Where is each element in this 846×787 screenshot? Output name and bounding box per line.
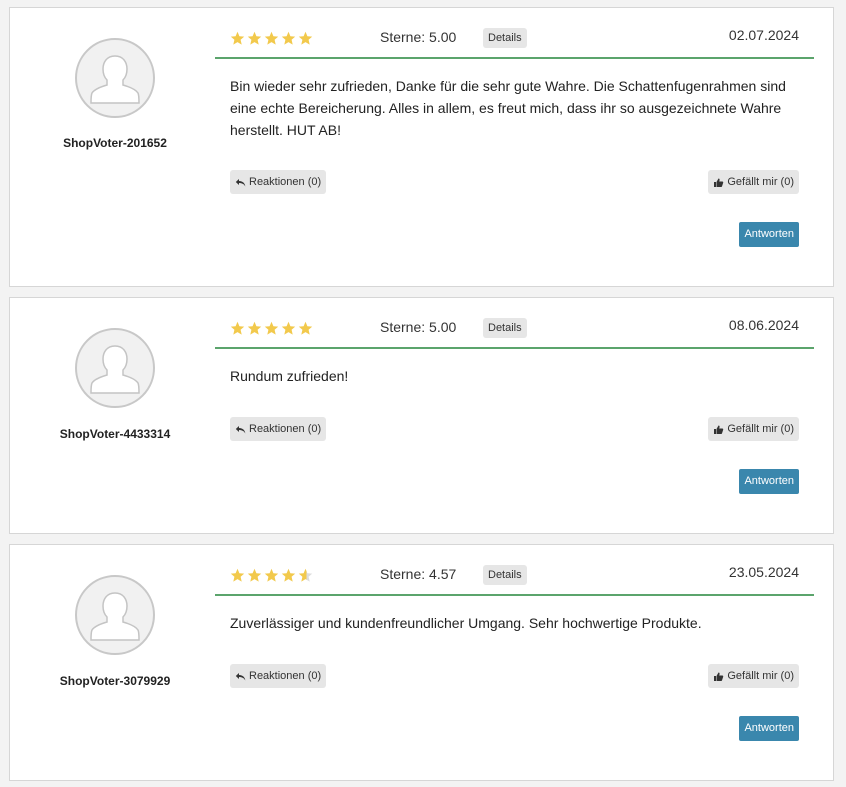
thumbs-up-icon [714,178,724,187]
reply-arrow-icon [235,178,246,186]
like-label: Gefällt mir (0) [727,423,794,435]
star-icon [264,31,279,45]
stars-value: Sterne: 4.57 [380,566,457,582]
reviewer-username: ShopVoter-3079929 [59,674,171,688]
star-icon [230,321,245,335]
like-button[interactable]: Gefällt mir (0) [708,170,799,194]
like-button[interactable]: Gefällt mir (0) [708,664,799,688]
details-button[interactable]: Details [483,565,527,585]
star-icon [230,568,245,582]
review-card: ShopVoter-201652 Sterne: 5.00 Details 02… [9,7,834,287]
review-list: ShopVoter-201652 Sterne: 5.00 Details 02… [0,0,846,787]
reply-button[interactable]: Antworten [739,716,799,741]
avatar-placeholder-icon [75,328,155,408]
reactions-label: Reaktionen (0) [249,423,322,435]
rating-row: Sterne: 5.00 Details 08.06.2024 [215,298,814,349]
reviewer-info: ShopVoter-3079929 [10,545,220,780]
review-card: ShopVoter-4433314 Sterne: 5.00 Details 0… [9,297,834,534]
star-icon [298,568,313,582]
star-icon [264,568,279,582]
reply-button[interactable]: Antworten [739,222,799,247]
review-text: Rundum zufrieden! [230,368,349,384]
details-button[interactable]: Details [483,28,527,48]
star-rating [230,31,313,45]
reactions-button[interactable]: Reaktionen (0) [230,664,327,688]
thumbs-up-icon [714,425,724,434]
star-icon [247,31,262,45]
avatar-placeholder-icon [75,38,155,118]
rating-row: Sterne: 5.00 Details 02.07.2024 [215,8,814,59]
reactions-label: Reaktionen (0) [249,176,322,188]
details-button[interactable]: Details [483,318,527,338]
star-icon [281,31,296,45]
stars-value: Sterne: 5.00 [380,29,457,45]
reviewer-info: ShopVoter-201652 [10,8,220,286]
star-icon [247,568,262,582]
reactions-label: Reaktionen (0) [249,670,322,682]
reviewer-username: ShopVoter-4433314 [59,427,171,441]
stars-value: Sterne: 5.00 [380,319,457,335]
star-icon [298,31,313,45]
avatar-placeholder-icon [75,575,155,655]
star-icon [230,31,245,45]
reply-arrow-icon [235,425,246,433]
star-icon [264,321,279,335]
reviewer-info: ShopVoter-4433314 [10,298,220,533]
review-text: Zuverlässiger und kundenfreundlicher Umg… [230,615,702,631]
review-date: 08.06.2024 [728,317,799,333]
star-icon [247,321,262,335]
star-icon [281,321,296,335]
like-label: Gefällt mir (0) [727,670,794,682]
star-icon [298,321,313,335]
review-card: ShopVoter-3079929 Sterne: 4.57 Details 2… [9,544,834,781]
like-button[interactable]: Gefällt mir (0) [708,417,799,441]
reviewer-username: ShopVoter-201652 [63,136,167,150]
star-rating [230,321,313,335]
star-rating [230,568,313,582]
reactions-button[interactable]: Reaktionen (0) [230,417,327,441]
review-date: 02.07.2024 [728,27,799,43]
review-text: Bin wieder sehr zufrieden, Danke für die… [230,78,786,138]
review-date: 23.05.2024 [728,564,799,580]
reactions-button[interactable]: Reaktionen (0) [230,170,327,194]
like-label: Gefällt mir (0) [727,176,794,188]
reply-button[interactable]: Antworten [739,469,799,494]
star-icon [281,568,296,582]
thumbs-up-icon [714,672,724,681]
reply-arrow-icon [235,672,246,680]
rating-row: Sterne: 4.57 Details 23.05.2024 [215,545,814,596]
